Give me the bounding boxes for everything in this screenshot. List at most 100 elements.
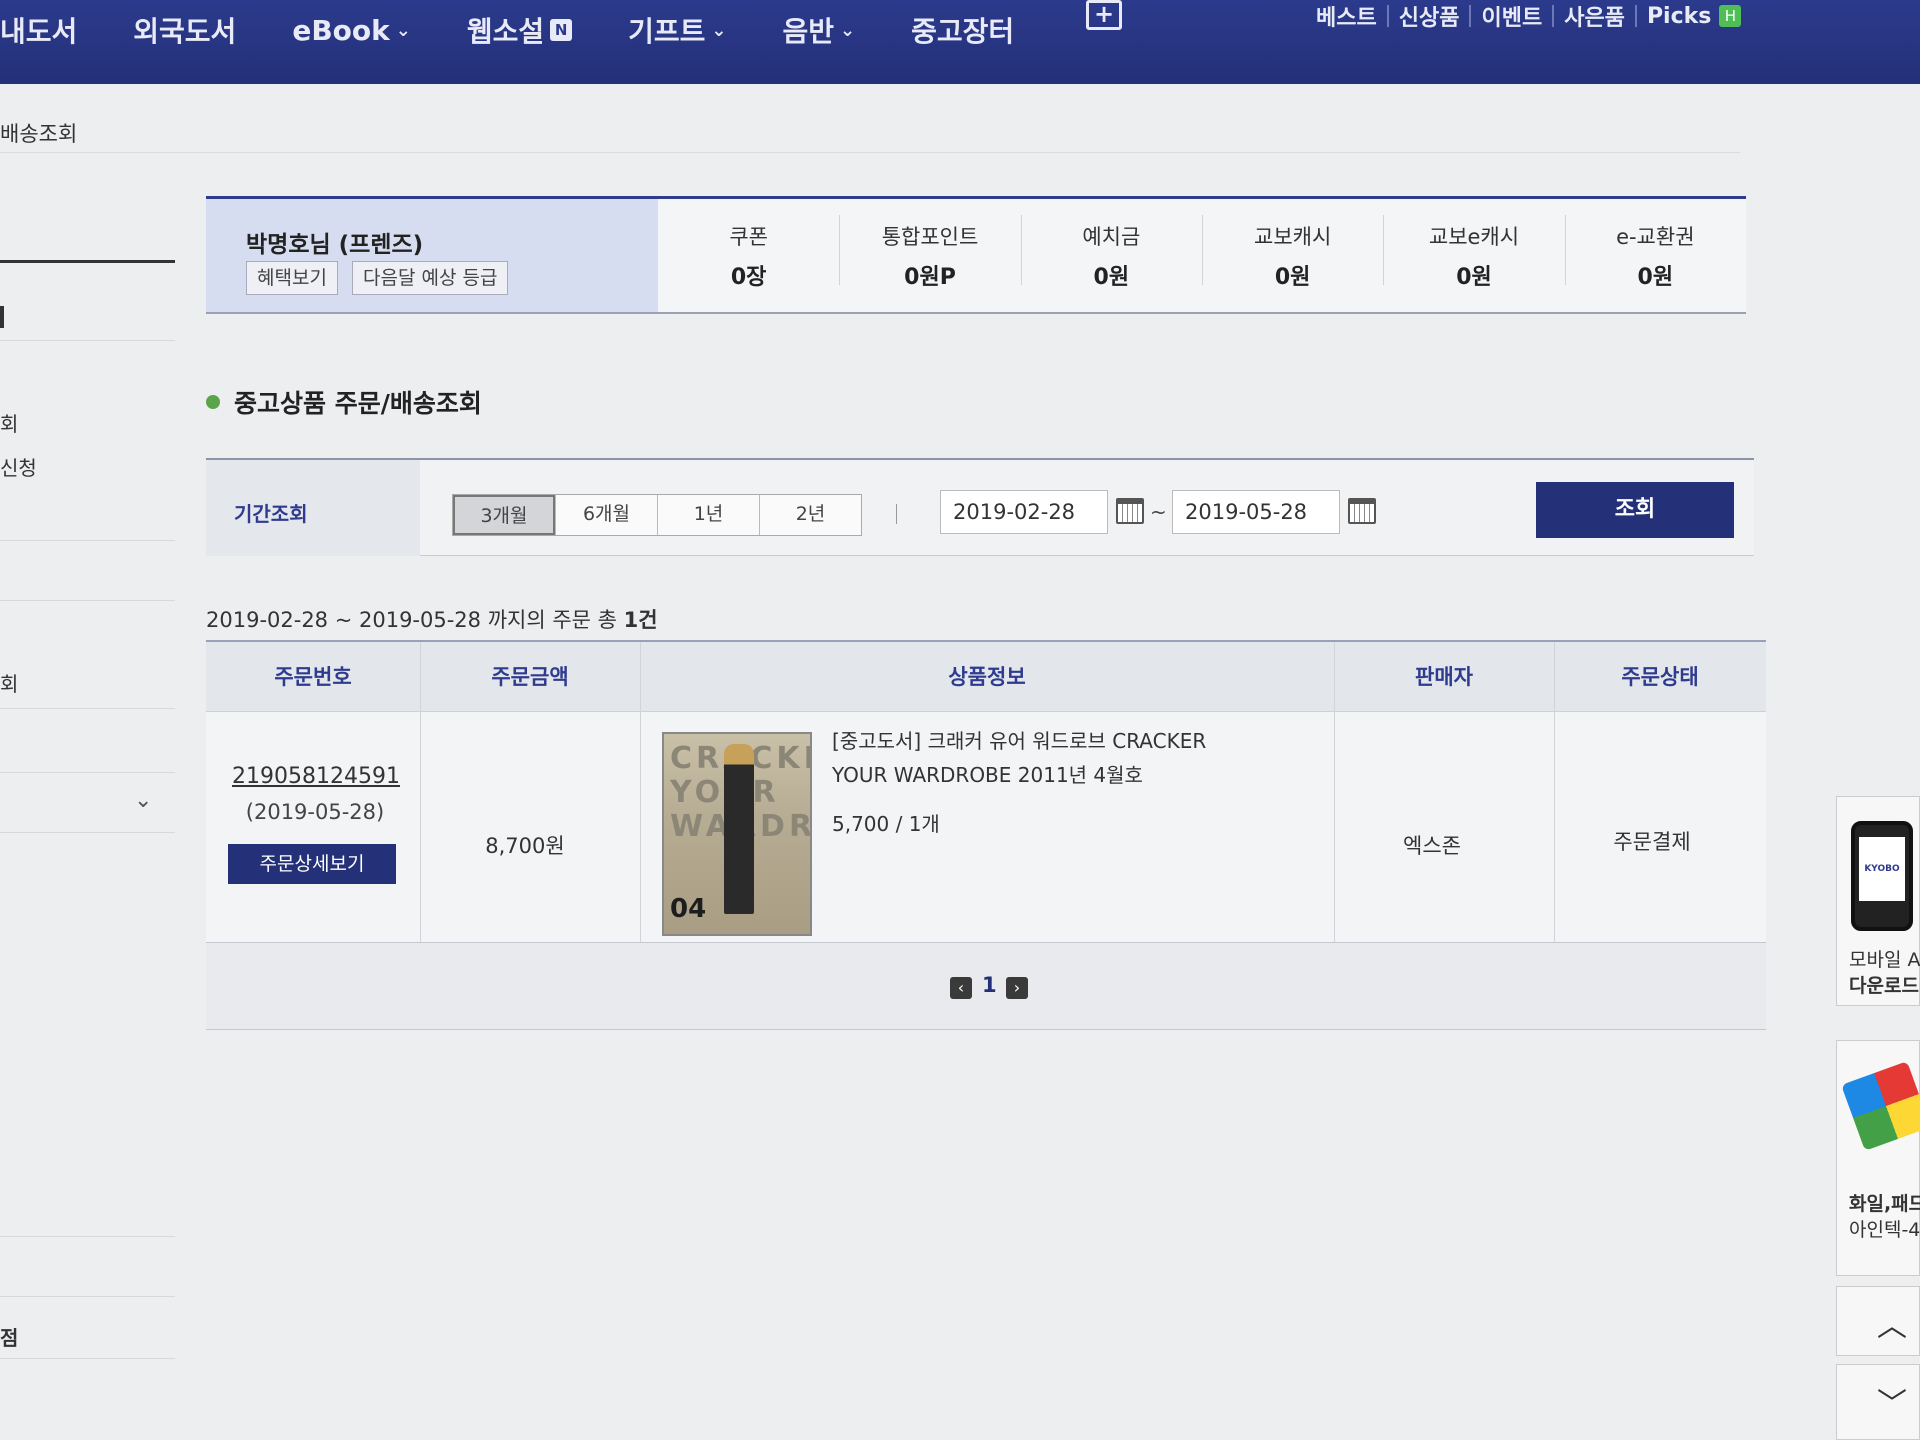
column-header: 주문번호	[274, 665, 352, 689]
stat-label: 통합포인트	[881, 225, 979, 249]
stat-label: 교보캐시	[1254, 225, 1332, 249]
util-picks[interactable]: Picks	[1647, 4, 1711, 29]
period-6-months-button[interactable]: 6개월	[555, 495, 657, 535]
table-header: 주문번호 주문금액 상품정보 판매자 주문상태	[206, 642, 1766, 712]
nav-item-label: 중고장터	[911, 15, 1015, 48]
nav-item-foreign-books[interactable]: 외국도서	[133, 10, 236, 50]
column-divider	[420, 642, 421, 942]
nav-item-webnovel[interactable]: 웹소설 N	[467, 10, 573, 50]
summary-text: 2019-02-28 ~ 2019-05-28 까지의 주문 총	[206, 608, 624, 632]
chevron-down-icon: ⌄	[395, 19, 411, 41]
util-best[interactable]: 베스트	[1316, 0, 1377, 32]
utility-menu: 베스트 신상품 이벤트 사은품 Picks H	[1316, 0, 1742, 32]
nav-item-label: 내도서	[0, 15, 78, 48]
nav-item-domestic-books[interactable]: 내도서	[0, 10, 77, 50]
sidebar-item[interactable]: 회	[0, 408, 18, 437]
plus-icon[interactable]: +	[1086, 0, 1122, 30]
nav-item-used-market[interactable]: 중고장터	[911, 10, 1014, 50]
bullet-icon	[206, 395, 220, 409]
nav-item-gift[interactable]: 기프트 ⌄	[628, 10, 726, 50]
cover-figure	[724, 744, 754, 914]
order-number-link[interactable]: 219058124591	[232, 764, 400, 789]
search-button[interactable]: 조회	[1536, 482, 1734, 538]
end-date-field[interactable]: 2019-05-28	[1172, 490, 1340, 534]
divider	[0, 600, 175, 601]
chevron-down-icon: ⌄	[711, 19, 727, 41]
chevron-down-icon: ﹀	[1877, 1387, 1907, 1422]
stat-points[interactable]: 통합포인트 0원P	[839, 199, 1020, 312]
stat-kyobo-cash[interactable]: 교보캐시 0원	[1201, 199, 1383, 312]
column-divider	[640, 642, 641, 942]
benefit-button[interactable]: 혜택보기	[246, 261, 338, 295]
divider	[0, 708, 175, 709]
promo-banner[interactable]: 화일,패드 아인텍-4	[1836, 1040, 1920, 1276]
util-gifts[interactable]: 사은품	[1564, 0, 1625, 32]
divider	[0, 772, 175, 773]
divider	[0, 832, 175, 833]
divider	[1469, 5, 1472, 27]
main-menu: 내도서 외국도서 eBook ⌄ 웹소설 N 기프트 ⌄ 음반 ⌄ 중고장터	[0, 10, 1070, 50]
next-page-icon[interactable]: ›	[1006, 977, 1028, 999]
member-info: 박명호님 (프렌즈) 혜택보기 다음달 예상 등급	[206, 199, 658, 312]
next-grade-button[interactable]: 다음달 예상 등급	[352, 261, 509, 295]
column-divider	[1554, 642, 1555, 942]
order-detail-button[interactable]: 주문상세보기	[228, 844, 396, 884]
order-date: (2019-05-28)	[245, 800, 385, 824]
order-status: 주문결제	[1613, 830, 1691, 854]
page-title: 중고상품 주문/배송조회	[234, 389, 482, 418]
divider	[0, 152, 1740, 153]
sidebar-active-marker	[0, 306, 4, 328]
chevron-down-icon[interactable]: ⌄	[134, 788, 152, 813]
promo-text: 화일,패드	[1849, 1193, 1920, 1215]
column-header: 판매자	[1415, 665, 1473, 689]
period-1-year-button[interactable]: 1년	[657, 495, 759, 535]
product-title-link[interactable]: [중고도서] 크래커 유어 워드로브 CRACKER YOUR WARDROBE…	[832, 724, 1262, 792]
member-summary: 박명호님 (프렌즈) 혜택보기 다음달 예상 등급 쿠폰 0장 통합포인트 0원…	[206, 196, 1746, 314]
stat-value: 0원	[1637, 265, 1674, 290]
calendar-icon[interactable]	[1116, 498, 1144, 524]
stat-value: 0원	[1093, 265, 1130, 290]
pagination: ‹ 1 ›	[206, 942, 1766, 1030]
member-stats: 쿠폰 0장 통합포인트 0원P 예치금 0원 교보캐시 0원 교보e캐시 0원 …	[658, 199, 1746, 312]
sidebar-item[interactable]: 회	[0, 668, 18, 697]
nav-item-ebook[interactable]: eBook ⌄	[292, 14, 411, 47]
stat-value: 0원P	[904, 265, 956, 290]
scroll-down-button[interactable]: ﹀	[1836, 1364, 1920, 1440]
period-2-years-button[interactable]: 2년	[759, 495, 861, 535]
nav-item-label: 기프트	[628, 15, 706, 48]
util-event[interactable]: 이벤트	[1481, 0, 1542, 32]
nav-item-label: eBook	[292, 13, 390, 47]
stat-e-voucher[interactable]: e-교환권 0원	[1564, 199, 1746, 312]
sidebar-item[interactable]: 신청	[0, 452, 37, 481]
sidebar-item[interactable]: 점	[0, 1322, 18, 1351]
new-badge: N	[550, 19, 573, 41]
stat-coupon[interactable]: 쿠폰 0장	[658, 199, 839, 312]
product-price: 5,700 / 1개	[832, 812, 940, 836]
phone-icon: KYOBO	[1851, 821, 1913, 931]
mobile-app-banner[interactable]: KYOBO 모바일 AF 다운로드	[1836, 796, 1920, 1006]
stat-deposit[interactable]: 예치금 0원	[1020, 199, 1202, 312]
product-thumbnail[interactable]: CRACKER YOUR WARDROBE 04	[662, 732, 812, 936]
nav-item-music[interactable]: 음반 ⌄	[783, 10, 856, 50]
scroll-up-button[interactable]: ︿	[1836, 1286, 1920, 1356]
util-new[interactable]: 신상품	[1399, 0, 1460, 32]
prev-page-icon[interactable]: ‹	[950, 977, 972, 999]
stat-kyobo-ecash[interactable]: 교보e캐시 0원	[1383, 199, 1564, 312]
chevron-down-icon: ⌄	[840, 19, 856, 41]
nav-item-label: 음반	[782, 15, 835, 48]
picks-badge: H	[1719, 5, 1742, 27]
period-3-months-button[interactable]: 3개월	[453, 495, 555, 535]
stat-label: e-교환권	[1616, 225, 1695, 249]
date-range-separator: ~	[1150, 500, 1167, 524]
left-sidebar: 회 신청 회 ⌄ 점	[0, 160, 175, 1440]
sidebar-divider	[0, 260, 175, 263]
section-header: 중고상품 주문/배송조회	[206, 384, 482, 420]
page-number[interactable]: 1	[982, 973, 997, 997]
order-amount: 8,700원	[485, 834, 565, 858]
period-filter: 기간조회 3개월 6개월 1년 2년 2019-02-28 ~ 2019-05-…	[206, 458, 1754, 556]
start-date-field[interactable]: 2019-02-28	[940, 490, 1108, 534]
promo-text: 아인텍-4	[1849, 1219, 1920, 1241]
divider	[1552, 5, 1555, 27]
calendar-icon[interactable]	[1348, 498, 1376, 524]
stat-value: 0원	[1274, 265, 1311, 290]
